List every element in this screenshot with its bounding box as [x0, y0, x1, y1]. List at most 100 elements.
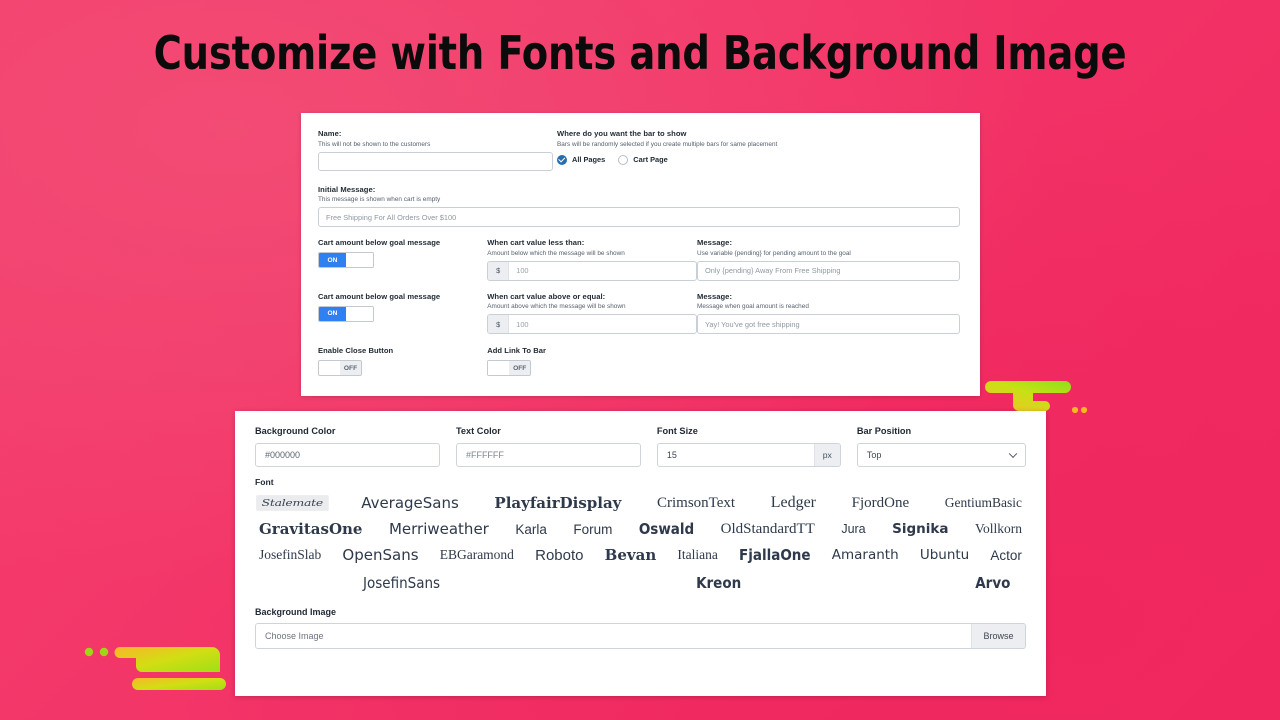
font-option-gravitasone[interactable]: GravitasOne [253, 517, 368, 541]
font-option-playfairdisplay[interactable]: PlayfairDisplay [488, 491, 627, 515]
font-row: GravitasOne Merriweather Karla Forum Osw… [253, 517, 1028, 541]
font-option-stalemate[interactable]: Stalemate [256, 495, 329, 511]
font-option-ledger[interactable]: Ledger [765, 491, 822, 515]
background-image-label: Background Image [255, 607, 337, 617]
below-goal-amount-group: When cart value less than: Amount below … [487, 238, 698, 281]
name-input[interactable] [318, 151, 553, 171]
above-goal-toggle[interactable]: ON [318, 305, 374, 322]
above-goal-amount-input[interactable]: $ 100 [487, 314, 698, 334]
appearance-top-row: Background Color #000000 Text Color #FFF… [247, 426, 1034, 467]
font-option-kreon[interactable]: Kreon [690, 571, 747, 595]
initial-message-label: Initial Message: [318, 184, 376, 194]
bar-settings-panel: Name: This will not be shown to the cust… [301, 113, 980, 396]
decorative-splash-top-right [985, 381, 1088, 414]
bar-position-value: Top [866, 450, 882, 460]
font-option-vollkorn[interactable]: Vollkorn [969, 518, 1028, 540]
font-option-signika[interactable]: Signika [886, 518, 954, 540]
name-label: Name: [318, 129, 342, 138]
text-color-group: Text Color #FFFFFF [448, 426, 649, 467]
radio-cart-page[interactable]: Cart Page [618, 154, 668, 165]
font-option-crimsontext[interactable]: CrimsonText [651, 492, 741, 515]
font-option-averagesans[interactable]: AverageSans [355, 491, 465, 515]
extra-toggles-row: Enable Close Button OFF Add Link To Bar … [318, 346, 960, 376]
above-goal-toggle-on: ON [319, 306, 346, 321]
add-link-label: Add Link To Bar [487, 346, 547, 355]
font-option-amaranth[interactable]: Amaranth [826, 544, 905, 566]
font-size-label: Font Size [656, 426, 698, 436]
font-option-josefinslab[interactable]: JosefinSlab [253, 544, 327, 566]
font-option-forum[interactable]: Forum [567, 519, 618, 540]
background-image-input[interactable]: Choose Image [256, 624, 971, 648]
font-option-fjallaone[interactable]: FjallaOne [733, 543, 817, 567]
font-size-unit: px [813, 444, 840, 466]
above-goal-toggle-group: Cart amount below goal message ON [318, 292, 487, 335]
font-option-karla[interactable]: Karla [509, 519, 553, 540]
below-goal-amount-value: 100 [516, 266, 529, 275]
decorative-splash-bottom-left [84, 647, 226, 690]
font-option-ubuntu[interactable]: Ubuntu [914, 544, 975, 566]
chevron-down-icon [1008, 449, 1018, 459]
background-color-input[interactable]: #000000 [255, 443, 440, 467]
below-goal-toggle-off [346, 253, 373, 267]
bar-position-select[interactable]: Top [856, 443, 1027, 467]
font-option-arvo[interactable]: Arvo [969, 571, 1016, 595]
below-goal-message-hint: Use variable {pending} for pending amoun… [697, 249, 851, 257]
font-picker: Stalemate AverageSans PlayfairDisplay Cr… [247, 487, 1034, 595]
close-button-toggle[interactable]: OFF [318, 360, 362, 376]
font-option-bevan[interactable]: Bevan [599, 543, 663, 567]
above-goal-message-group: Message: Message when goal amount is rea… [697, 291, 960, 334]
add-link-toggle[interactable]: OFF [487, 360, 532, 376]
currency-prefix: $ [488, 261, 510, 280]
above-goal-toggle-label: Cart amount below goal message [318, 291, 441, 301]
radio-all-pages[interactable]: All Pages [557, 154, 605, 165]
above-goal-message-label: Message: [697, 291, 733, 301]
above-goal-message-input[interactable]: Yay! You've got free shipping [697, 314, 960, 334]
font-row: JosefinSlab OpenSans EBGaramond Roboto B… [253, 543, 1028, 567]
below-goal-toggle[interactable]: ON [318, 252, 374, 268]
font-section-label: Font [255, 477, 274, 487]
below-goal-message-input[interactable]: Only {pending} Away From Free Shipping [697, 260, 960, 281]
below-goal-toggle-label: Cart amount below goal message [318, 238, 441, 247]
font-size-input[interactable]: 15 px [656, 443, 841, 467]
font-option-josefinsans[interactable]: JosefinSans [357, 571, 446, 595]
placement-label: Where do you want the bar to show [557, 129, 687, 138]
font-option-actor[interactable]: Actor [984, 545, 1028, 566]
radio-selected-icon [557, 154, 567, 165]
font-option-roboto[interactable]: Roboto [529, 544, 589, 567]
below-goal-toggle-on: ON [319, 253, 346, 267]
appearance-panel: Background Color #000000 Text Color #FFF… [235, 411, 1046, 696]
font-option-italiana[interactable]: Italiana [671, 544, 723, 566]
font-option-ebgaramond[interactable]: EBGaramond [434, 544, 520, 566]
background-image-field[interactable]: Choose Image Browse [255, 623, 1026, 649]
above-goal-toggle-off [346, 306, 373, 321]
name-field-group: Name: This will not be shown to the cust… [318, 129, 553, 171]
font-option-fjordone[interactable]: FjordOne [846, 492, 916, 515]
below-goal-row: Cart amount below goal message ON When c… [318, 238, 960, 281]
below-goal-amount-hint: Amount below which the message will be s… [487, 249, 625, 257]
placement-group: Where do you want the bar to show Bars w… [553, 129, 960, 171]
font-option-opensans[interactable]: OpenSans [336, 543, 424, 567]
background-color-group: Background Color #000000 [247, 426, 448, 467]
text-color-input[interactable]: #FFFFFF [455, 443, 641, 467]
font-option-oldstandardtt[interactable]: OldStandardTT [715, 518, 821, 541]
close-button-label: Enable Close Button [318, 346, 394, 355]
below-goal-message-group: Message: Use variable {pending} for pend… [697, 238, 960, 281]
font-option-merriweather[interactable]: Merriweather [383, 517, 495, 541]
name-and-placement-row: Name: This will not be shown to the cust… [318, 129, 960, 171]
font-option-gentiumbasic[interactable]: GentiumBasic [939, 492, 1028, 514]
font-row: JosefinSans Kreon Arvo [253, 571, 1028, 595]
placement-radio-group: All Pages Cart Page [557, 154, 960, 165]
background-color-label: Background Color [255, 426, 336, 436]
browse-button[interactable]: Browse [971, 624, 1025, 648]
above-goal-amount-group: When cart value above or equal: Amount a… [487, 292, 698, 334]
below-goal-amount-label: When cart value less than: [487, 238, 585, 247]
above-goal-amount-value: 100 [516, 319, 529, 329]
initial-message-input[interactable]: Free Shipping For All Orders Over $100 [318, 207, 960, 227]
text-color-label: Text Color [455, 426, 501, 436]
placement-hint: Bars will be randomly selected if you cr… [557, 140, 778, 148]
bar-position-label: Bar Position [856, 426, 912, 436]
font-option-jura[interactable]: Jura [835, 519, 871, 539]
below-goal-amount-input[interactable]: $ 100 [487, 260, 698, 281]
font-option-oswald[interactable]: Oswald [633, 517, 700, 541]
add-link-group: Add Link To Bar OFF [487, 346, 697, 376]
